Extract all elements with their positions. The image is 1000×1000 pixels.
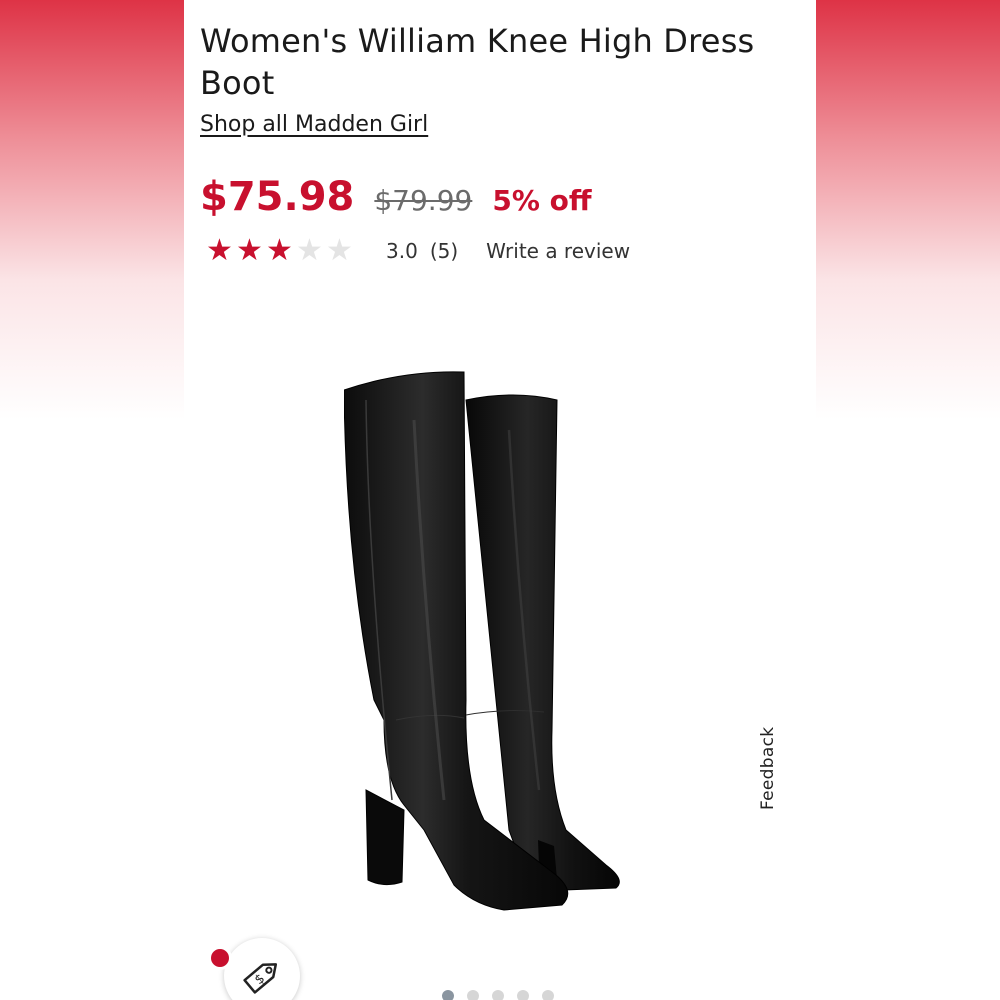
current-price: $75.98 [200,174,355,220]
product-page: Women's William Knee High Dress Boot Sho… [184,0,816,1000]
svg-text:$: $ [252,971,268,988]
price-tag-icon: $ [243,963,278,994]
carousel-dot[interactable] [467,990,479,1000]
product-title: Women's William Knee High Dress Boot [200,22,755,102]
star-filled-icon: ★ [236,233,263,268]
carousel-indicator [442,990,554,1000]
feedback-tab[interactable]: Feedback [758,727,778,810]
star-filled-icon: ★ [206,233,233,268]
review-count[interactable]: (5) [430,239,458,263]
write-review-link[interactable]: Write a review [486,239,630,263]
price-row: $75.98 $79.99 5% off [200,174,592,224]
rating-row: ★ ★ ★ ★ ★ 3.0 (5) Write a review [206,234,630,268]
star-empty-icon: ★ [296,233,323,268]
original-price: $79.99 [374,184,473,217]
carousel-dot[interactable] [517,990,529,1000]
shop-brand-link[interactable]: Shop all Madden Girl [200,110,428,140]
star-rating: ★ ★ ★ ★ ★ [206,236,356,266]
notification-dot [208,946,232,970]
carousel-dot[interactable] [542,990,554,1000]
star-filled-icon: ★ [266,233,293,268]
carousel-dot[interactable] [492,990,504,1000]
discount-label: 5% off [492,184,592,217]
carousel-dot[interactable] [442,990,454,1000]
star-empty-icon: ★ [326,233,353,268]
product-image[interactable] [344,360,644,920]
rating-value: 3.0 [386,239,418,263]
price-tag-button[interactable]: $ [224,938,300,1000]
